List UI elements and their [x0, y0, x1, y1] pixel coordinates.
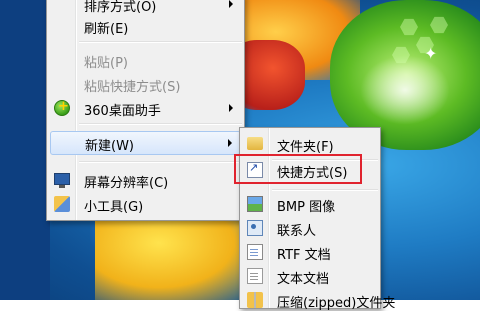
menu-item-gadgets[interactable]: 小工具(G)	[50, 193, 241, 215]
menu-separator	[79, 41, 242, 43]
menu-item-label: 小工具(G)	[84, 200, 144, 215]
menu-item-label: 排序方式(O)	[84, 0, 157, 15]
menu-item-360-assistant[interactable]: 360桌面助手	[50, 97, 241, 119]
menu-item-refresh[interactable]: 刷新(E)	[50, 15, 241, 37]
submenu-item-rtf-document[interactable]: RTF 文档	[243, 241, 377, 263]
menu-separator	[272, 189, 378, 191]
folder-icon	[247, 137, 263, 150]
menu-item-label: 360桌面助手	[84, 104, 161, 119]
annotation-highlight-box	[234, 154, 362, 184]
submenu-arrow-icon	[229, 104, 233, 112]
contact-icon	[247, 220, 263, 236]
submenu-item-zip-folder[interactable]: 压缩(zipped)文件夹	[243, 289, 395, 311]
menu-separator	[79, 161, 242, 163]
menu-item-label: 粘贴快捷方式(S)	[84, 80, 181, 95]
desktop-context-menu: 排序方式(O) 刷新(E) 粘贴(P) 粘贴快捷方式(S) 360桌面助手 新建…	[46, 0, 245, 221]
gadget-icon	[54, 196, 70, 212]
menu-item-paste[interactable]: 粘贴(P)	[50, 49, 241, 71]
menu-item-label: 压缩(zipped)文件夹	[277, 296, 396, 311]
menu-item-label: RTF 文档	[277, 248, 331, 263]
menu-item-sort-by[interactable]: 排序方式(O)	[50, 0, 241, 15]
bmp-image-icon	[247, 196, 263, 212]
menu-separator	[79, 123, 242, 125]
menu-item-label: 文本文档	[277, 272, 330, 287]
butterfly-logo-icon: ✦	[424, 44, 438, 63]
menu-item-new[interactable]: 新建(W)	[50, 131, 241, 155]
360-assistant-icon	[54, 99, 70, 116]
menu-item-label: 粘贴(P)	[84, 56, 128, 71]
submenu-arrow-icon	[229, 0, 233, 8]
submenu-item-bmp-image[interactable]: BMP 图像	[243, 193, 377, 215]
menu-item-label: 文件夹(F)	[277, 140, 334, 155]
menu-item-label: BMP 图像	[277, 200, 336, 215]
submenu-item-contact[interactable]: 联系人	[243, 217, 377, 239]
menu-item-paste-shortcut[interactable]: 粘贴快捷方式(S)	[50, 73, 241, 95]
submenu-item-text-document[interactable]: 文本文档	[243, 265, 377, 287]
menu-item-label: 联系人	[277, 224, 317, 239]
menu-item-label: 新建(W)	[85, 139, 134, 154]
rtf-document-icon	[247, 244, 263, 260]
submenu-arrow-icon	[228, 139, 232, 147]
monitor-icon	[54, 173, 70, 188]
text-document-icon	[247, 268, 263, 284]
zip-folder-icon	[247, 292, 263, 308]
menu-item-label: 屏幕分辨率(C)	[84, 176, 169, 191]
menu-item-screen-resolution[interactable]: 屏幕分辨率(C)	[50, 169, 241, 191]
submenu-item-folder[interactable]: 文件夹(F)	[243, 133, 377, 155]
menu-item-label: 刷新(E)	[84, 22, 129, 37]
